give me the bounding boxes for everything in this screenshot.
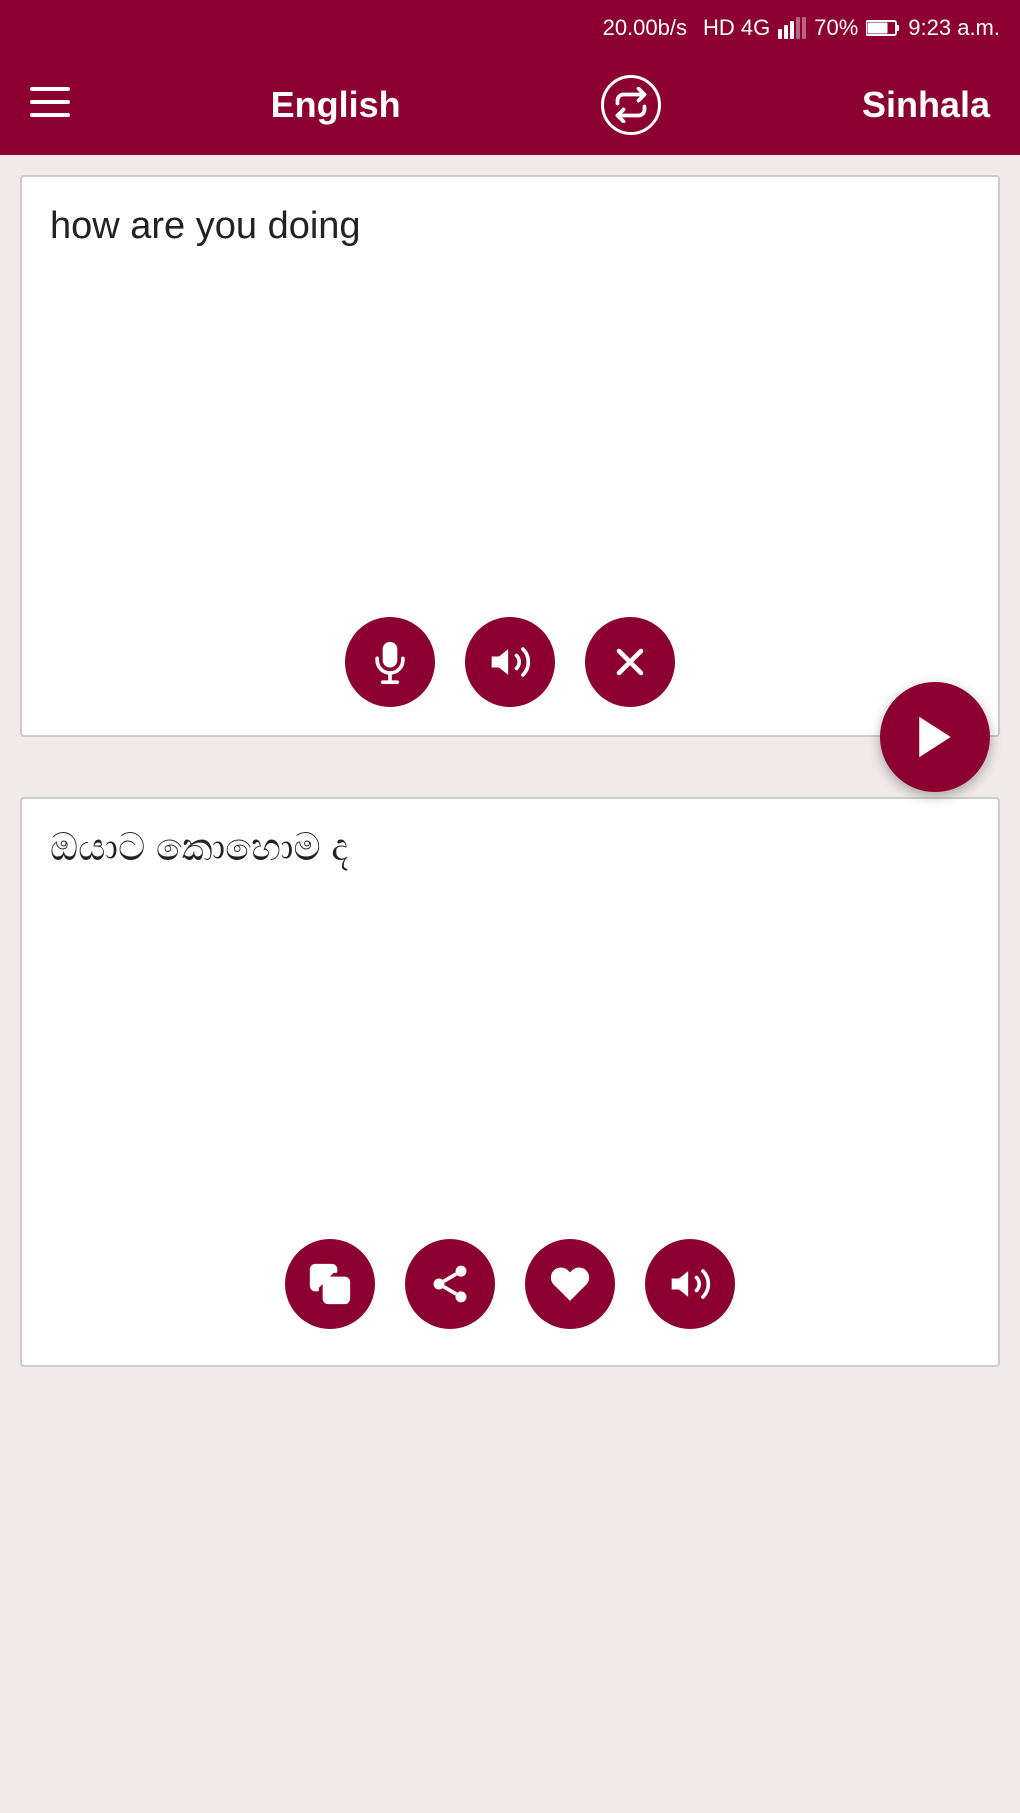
share-button[interactable] bbox=[405, 1239, 495, 1329]
input-panel-container: how are you doing bbox=[0, 175, 1020, 737]
favorite-button[interactable] bbox=[525, 1239, 615, 1329]
speaker-button[interactable] bbox=[465, 617, 555, 707]
battery-percent: 70% bbox=[814, 15, 858, 41]
source-language[interactable]: English bbox=[271, 84, 401, 126]
time: 9:23 a.m. bbox=[908, 15, 1000, 41]
target-language[interactable]: Sinhala bbox=[862, 84, 990, 126]
signal-icon bbox=[778, 17, 806, 39]
translate-send-button[interactable] bbox=[880, 682, 990, 792]
network-speed: 20.00b/s bbox=[603, 15, 687, 41]
output-panel: ඔයාට කොහොම ද bbox=[20, 797, 1000, 1367]
output-speaker-button[interactable] bbox=[645, 1239, 735, 1329]
output-actions bbox=[22, 1219, 998, 1365]
network-type: HD 4G bbox=[703, 15, 770, 41]
swap-languages-button[interactable] bbox=[601, 75, 661, 135]
menu-button[interactable] bbox=[30, 84, 70, 127]
input-actions bbox=[22, 597, 998, 735]
clear-button[interactable] bbox=[585, 617, 675, 707]
microphone-button[interactable] bbox=[345, 617, 435, 707]
input-panel: how are you doing bbox=[20, 175, 1000, 737]
input-text[interactable]: how are you doing bbox=[22, 177, 998, 597]
copy-button[interactable] bbox=[285, 1239, 375, 1329]
battery-icon bbox=[866, 19, 900, 37]
main-content: how are you doing bbox=[0, 175, 1020, 1367]
toolbar: English Sinhala bbox=[0, 55, 1020, 155]
output-text: ඔයාට කොහොම ද bbox=[22, 799, 998, 1219]
send-button-wrapper bbox=[880, 682, 990, 792]
status-bar: 20.00b/s HD 4G 70% 9:23 a.m. bbox=[0, 0, 1020, 55]
